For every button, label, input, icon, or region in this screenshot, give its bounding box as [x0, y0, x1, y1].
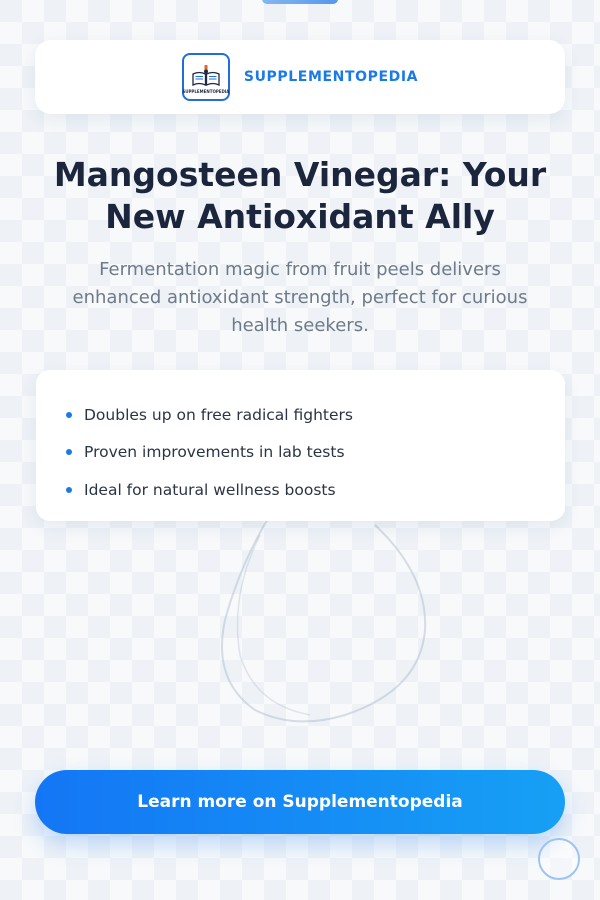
page-subtitle: Fermentation magic from fruit peels deli…: [40, 256, 560, 340]
list-item-label: Proven improvements in lab tests: [84, 443, 345, 462]
brand-header: SUPPLEMENTOPEDIA SUPPLEMENTOPEDIA: [35, 40, 565, 114]
list-item: Ideal for natural wellness boosts: [66, 471, 535, 509]
logo-wordmark: SUPPLEMENTOPEDIA: [182, 88, 230, 94]
page-subtitle-line-2: enhanced antioxidant strength, perfect f…: [72, 287, 528, 308]
page-title-line-2: New Antioxidant Ally: [105, 197, 495, 236]
page-subtitle-line-3: health seekers.: [231, 315, 369, 336]
circle-button-icon[interactable]: [538, 838, 580, 880]
list-item-label: Doubles up on free radical fighters: [84, 405, 353, 424]
learn-more-button[interactable]: Learn more on Supplementopedia: [35, 770, 565, 834]
bottle-illustration: [221, 514, 427, 723]
bullet-dot-icon: [66, 449, 72, 456]
list-item: Proven improvements in lab tests: [66, 434, 535, 472]
top-accent-bar: [262, 0, 338, 4]
page-subtitle-line-1: Fermentation magic from fruit peels deli…: [99, 259, 501, 280]
list-item: Doubles up on free radical fighters: [66, 396, 535, 434]
open-book-icon: [192, 64, 220, 86]
page-title-line-1: Mangosteen Vinegar: Your: [53, 155, 547, 194]
page-title: Mangosteen Vinegar: Your New Antioxidant…: [30, 154, 570, 238]
bullet-dot-icon: [66, 411, 72, 418]
brand-name[interactable]: SUPPLEMENTOPEDIA: [244, 69, 418, 85]
benefits-card: Doubles up on free radical fighters Prov…: [36, 370, 565, 521]
brand-logo[interactable]: SUPPLEMENTOPEDIA: [181, 53, 230, 101]
list-item-label: Ideal for natural wellness boosts: [84, 480, 336, 499]
bullet-dot-icon: [66, 486, 72, 493]
